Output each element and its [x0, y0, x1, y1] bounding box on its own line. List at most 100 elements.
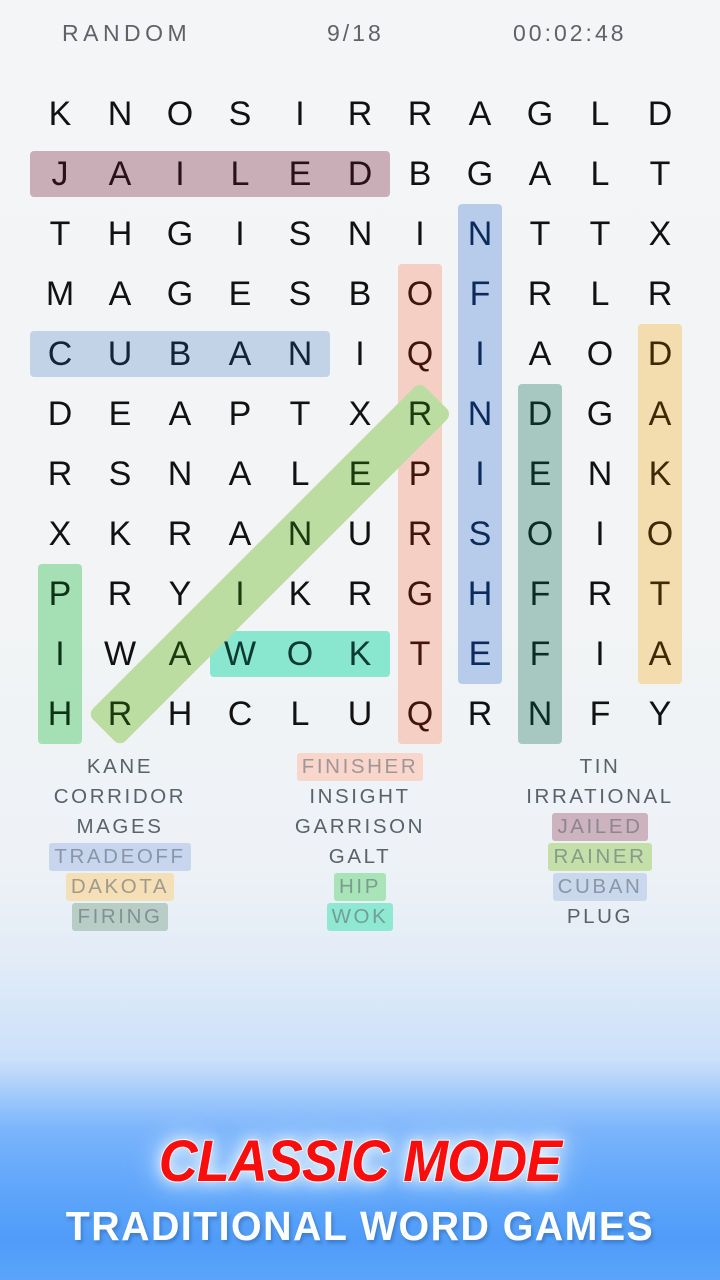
grid-cell[interactable]: D [30, 384, 90, 444]
grid-cell[interactable]: E [330, 444, 390, 504]
grid-cell[interactable]: I [570, 624, 630, 684]
grid-cell[interactable]: A [450, 84, 510, 144]
grid-cell[interactable]: R [90, 564, 150, 624]
grid-cell[interactable]: K [270, 564, 330, 624]
grid-cell[interactable]: N [510, 684, 570, 744]
grid-cell[interactable]: L [270, 444, 330, 504]
grid-cell[interactable]: G [150, 264, 210, 324]
grid-cell[interactable]: D [330, 144, 390, 204]
grid-cell[interactable]: K [90, 504, 150, 564]
grid-cell[interactable]: R [390, 384, 450, 444]
grid-cell[interactable]: B [390, 144, 450, 204]
grid-cell[interactable]: S [90, 444, 150, 504]
grid-cell[interactable]: W [210, 624, 270, 684]
grid-cell[interactable]: F [510, 564, 570, 624]
grid-cell[interactable]: B [150, 324, 210, 384]
word-search-grid[interactable]: KNOSIRRAGLDJAILEDBGALTTHGISNINTTXMAGESBO… [0, 84, 720, 747]
grid-cell[interactable]: F [510, 624, 570, 684]
grid-cell[interactable]: U [90, 324, 150, 384]
grid-cell[interactable]: I [330, 324, 390, 384]
grid-cell[interactable]: E [450, 624, 510, 684]
grid-cell[interactable]: G [510, 84, 570, 144]
grid-cell[interactable]: N [570, 444, 630, 504]
grid-cell[interactable]: A [210, 324, 270, 384]
grid-cell[interactable]: T [30, 204, 90, 264]
grid-cell[interactable]: Y [150, 564, 210, 624]
grid-cell[interactable]: G [150, 204, 210, 264]
grid-cell[interactable]: O [390, 264, 450, 324]
grid-cell[interactable]: R [390, 504, 450, 564]
grid-cell[interactable]: S [210, 84, 270, 144]
grid-cell[interactable]: D [630, 324, 690, 384]
grid-cell[interactable]: N [330, 204, 390, 264]
grid-cell[interactable]: K [30, 84, 90, 144]
grid-cell[interactable]: A [510, 144, 570, 204]
grid-cell[interactable]: S [270, 204, 330, 264]
grid-cell[interactable]: A [210, 444, 270, 504]
grid-cell[interactable]: E [210, 264, 270, 324]
grid-cell[interactable]: I [270, 84, 330, 144]
grid-cell[interactable]: I [210, 204, 270, 264]
grid-cell[interactable]: R [450, 684, 510, 744]
grid-cell[interactable]: I [570, 504, 630, 564]
grid-cell[interactable]: K [630, 444, 690, 504]
grid-cell[interactable]: G [390, 564, 450, 624]
grid-cell[interactable]: D [630, 84, 690, 144]
grid-cell[interactable]: I [450, 444, 510, 504]
grid-cell[interactable]: A [630, 624, 690, 684]
grid-cell[interactable]: X [630, 204, 690, 264]
grid-cell[interactable]: F [570, 684, 630, 744]
grid-cell[interactable]: L [570, 84, 630, 144]
grid-cell[interactable]: U [330, 684, 390, 744]
grid-cell[interactable]: C [30, 324, 90, 384]
grid-cell[interactable]: A [150, 384, 210, 444]
grid-cell[interactable]: P [390, 444, 450, 504]
grid-cell[interactable]: I [150, 144, 210, 204]
grid-cell[interactable]: H [150, 684, 210, 744]
grid-cell[interactable]: F [450, 264, 510, 324]
grid-cell[interactable]: I [30, 624, 90, 684]
grid-cell[interactable]: L [270, 684, 330, 744]
grid-cell[interactable]: I [210, 564, 270, 624]
grid-cell[interactable]: N [90, 84, 150, 144]
grid-cell[interactable]: T [510, 204, 570, 264]
grid-cell[interactable]: A [510, 324, 570, 384]
grid-cell[interactable]: R [570, 564, 630, 624]
grid-cell[interactable]: O [630, 504, 690, 564]
grid-cell[interactable]: N [150, 444, 210, 504]
grid-cell[interactable]: P [30, 564, 90, 624]
grid-cell[interactable]: O [270, 624, 330, 684]
grid-cell[interactable]: E [270, 144, 330, 204]
grid-cell[interactable]: L [570, 144, 630, 204]
grid-cell[interactable]: J [30, 144, 90, 204]
grid-cell[interactable]: X [330, 384, 390, 444]
grid-cell[interactable]: N [270, 324, 330, 384]
grid-cell[interactable]: H [90, 204, 150, 264]
grid-cell[interactable]: I [450, 324, 510, 384]
grid-cell[interactable]: C [210, 684, 270, 744]
grid-cell[interactable]: S [270, 264, 330, 324]
grid-cell[interactable]: Q [390, 684, 450, 744]
grid-cell[interactable]: R [30, 444, 90, 504]
grid-cell[interactable]: O [150, 84, 210, 144]
grid-cell[interactable]: Q [390, 324, 450, 384]
grid-cell[interactable]: K [330, 624, 390, 684]
grid-cell[interactable]: D [510, 384, 570, 444]
grid-cell[interactable]: U [330, 504, 390, 564]
grid-cell[interactable]: W [90, 624, 150, 684]
grid-cell[interactable]: N [270, 504, 330, 564]
grid-cell[interactable]: H [450, 564, 510, 624]
grid-cell[interactable]: R [330, 84, 390, 144]
grid-cell[interactable]: Y [630, 684, 690, 744]
grid-cell[interactable]: H [30, 684, 90, 744]
grid-cell[interactable]: S [450, 504, 510, 564]
grid-cell[interactable]: T [390, 624, 450, 684]
grid-cell[interactable]: A [210, 504, 270, 564]
grid-cell[interactable]: T [270, 384, 330, 444]
grid-cell[interactable]: G [570, 384, 630, 444]
grid-cell[interactable]: R [510, 264, 570, 324]
grid-cell[interactable]: R [90, 684, 150, 744]
grid-cell[interactable]: E [90, 384, 150, 444]
grid-cell[interactable]: N [450, 204, 510, 264]
grid-cell[interactable]: E [510, 444, 570, 504]
